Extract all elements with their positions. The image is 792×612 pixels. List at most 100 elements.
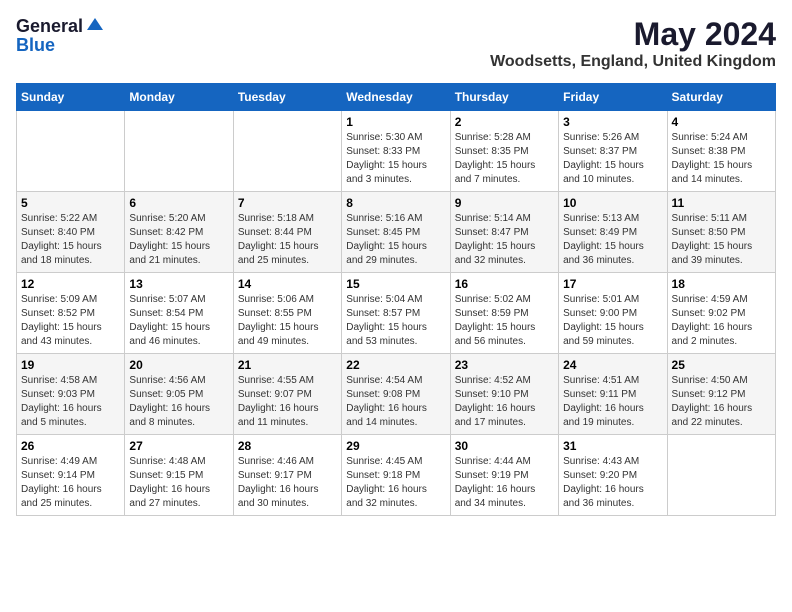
calendar-cell: 5 Sunrise: 5:22 AMSunset: 8:40 PMDaylight…	[17, 192, 125, 273]
day-number: 14	[238, 277, 337, 291]
logo-icon	[85, 16, 105, 36]
calendar-cell: 29 Sunrise: 4:45 AMSunset: 9:18 PMDayligh…	[342, 435, 450, 516]
day-number: 11	[672, 196, 771, 210]
calendar-cell: 25 Sunrise: 4:50 AMSunset: 9:12 PMDayligh…	[667, 354, 775, 435]
calendar-cell: 10 Sunrise: 5:13 AMSunset: 8:49 PMDayligh…	[559, 192, 667, 273]
calendar-cell: 26 Sunrise: 4:49 AMSunset: 9:14 PMDayligh…	[17, 435, 125, 516]
day-info: Sunrise: 5:20 AMSunset: 8:42 PMDaylight:…	[129, 212, 228, 268]
day-number: 30	[455, 439, 554, 453]
day-info: Sunrise: 5:26 AMSunset: 8:37 PMDaylight:…	[563, 131, 662, 187]
day-number: 10	[563, 196, 662, 210]
calendar-cell	[17, 111, 125, 192]
day-number: 27	[129, 439, 228, 453]
day-info: Sunrise: 5:14 AMSunset: 8:47 PMDaylight:…	[455, 212, 554, 268]
day-number: 26	[21, 439, 120, 453]
calendar-week-row: 1 Sunrise: 5:30 AMSunset: 8:33 PMDaylight…	[17, 111, 776, 192]
location-subtitle: Woodsetts, England, United Kingdom	[490, 53, 776, 71]
header-day-tuesday: Tuesday	[233, 84, 341, 111]
logo-blue-text: Blue	[16, 36, 55, 54]
day-info: Sunrise: 4:58 AMSunset: 9:03 PMDaylight:…	[21, 374, 120, 430]
logo-general-text: General	[16, 17, 83, 35]
day-number: 4	[672, 115, 771, 129]
day-number: 25	[672, 358, 771, 372]
day-info: Sunrise: 4:44 AMSunset: 9:19 PMDaylight:…	[455, 455, 554, 511]
day-info: Sunrise: 4:46 AMSunset: 9:17 PMDaylight:…	[238, 455, 337, 511]
calendar-cell: 4Sunrise: 5:24 AMSunset: 8:38 PMDaylight…	[667, 111, 775, 192]
day-info: Sunrise: 5:13 AMSunset: 8:49 PMDaylight:…	[563, 212, 662, 268]
day-info: Sunrise: 4:43 AMSunset: 9:20 PMDaylight:…	[563, 455, 662, 511]
day-number: 7	[238, 196, 337, 210]
header-day-friday: Friday	[559, 84, 667, 111]
day-number: 21	[238, 358, 337, 372]
calendar-cell: 6Sunrise: 5:20 AMSunset: 8:42 PMDaylight…	[125, 192, 233, 273]
calendar-cell: 30 Sunrise: 4:44 AMSunset: 9:19 PMDayligh…	[450, 435, 558, 516]
day-info: Sunrise: 4:55 AMSunset: 9:07 PMDaylight:…	[238, 374, 337, 430]
calendar-cell: 22Sunrise: 4:54 AMSunset: 9:08 PMDayligh…	[342, 354, 450, 435]
calendar-cell	[667, 435, 775, 516]
day-info: Sunrise: 5:02 AMSunset: 8:59 PMDaylight:…	[455, 293, 554, 349]
calendar-cell	[125, 111, 233, 192]
day-number: 28	[238, 439, 337, 453]
day-number: 29	[346, 439, 445, 453]
day-number: 3	[563, 115, 662, 129]
calendar-cell: 19Sunrise: 4:58 AMSunset: 9:03 PMDayligh…	[17, 354, 125, 435]
day-info: Sunrise: 4:59 AMSunset: 9:02 PMDaylight:…	[672, 293, 771, 349]
calendar-cell: 27 Sunrise: 4:48 AMSunset: 9:15 PMDayligh…	[125, 435, 233, 516]
day-info: Sunrise: 4:48 AMSunset: 9:15 PMDaylight:…	[129, 455, 228, 511]
day-number: 1	[346, 115, 445, 129]
day-number: 24	[563, 358, 662, 372]
day-info: Sunrise: 4:50 AMSunset: 9:12 PMDaylight:…	[672, 374, 771, 430]
calendar-cell: 2Sunrise: 5:28 AMSunset: 8:35 PMDaylight…	[450, 111, 558, 192]
day-number: 18	[672, 277, 771, 291]
calendar-week-row: 26 Sunrise: 4:49 AMSunset: 9:14 PMDayligh…	[17, 435, 776, 516]
calendar-cell: 24Sunrise: 4:51 AMSunset: 9:11 PMDayligh…	[559, 354, 667, 435]
day-info: Sunrise: 4:56 AMSunset: 9:05 PMDaylight:…	[129, 374, 228, 430]
calendar-cell: 8 Sunrise: 5:16 AMSunset: 8:45 PMDaylight…	[342, 192, 450, 273]
title-section: May 2024 Woodsetts, England, United King…	[490, 16, 776, 71]
calendar-cell: 11 Sunrise: 5:11 AMSunset: 8:50 PMDayligh…	[667, 192, 775, 273]
day-info: Sunrise: 4:54 AMSunset: 9:08 PMDaylight:…	[346, 374, 445, 430]
calendar-cell: 16 Sunrise: 5:02 AMSunset: 8:59 PMDayligh…	[450, 273, 558, 354]
day-info: Sunrise: 5:22 AMSunset: 8:40 PMDaylight:…	[21, 212, 120, 268]
calendar-cell: 1 Sunrise: 5:30 AMSunset: 8:33 PMDaylight…	[342, 111, 450, 192]
logo: General Blue	[16, 16, 105, 54]
calendar-cell: 13 Sunrise: 5:07 AMSunset: 8:54 PMDayligh…	[125, 273, 233, 354]
calendar-cell: 18 Sunrise: 4:59 AMSunset: 9:02 PMDayligh…	[667, 273, 775, 354]
day-number: 13	[129, 277, 228, 291]
day-number: 16	[455, 277, 554, 291]
month-year-title: May 2024	[490, 16, 776, 53]
day-info: Sunrise: 5:30 AMSunset: 8:33 PMDaylight:…	[346, 131, 445, 187]
header-day-wednesday: Wednesday	[342, 84, 450, 111]
calendar-week-row: 19Sunrise: 4:58 AMSunset: 9:03 PMDayligh…	[17, 354, 776, 435]
header-day-saturday: Saturday	[667, 84, 775, 111]
day-info: Sunrise: 5:16 AMSunset: 8:45 PMDaylight:…	[346, 212, 445, 268]
day-info: Sunrise: 5:11 AMSunset: 8:50 PMDaylight:…	[672, 212, 771, 268]
calendar-cell: 21 Sunrise: 4:55 AMSunset: 9:07 PMDayligh…	[233, 354, 341, 435]
day-number: 2	[455, 115, 554, 129]
page-header: General Blue May 2024 Woodsetts, England…	[16, 16, 776, 71]
day-info: Sunrise: 5:04 AMSunset: 8:57 PMDaylight:…	[346, 293, 445, 349]
header-day-sunday: Sunday	[17, 84, 125, 111]
calendar-cell: 14Sunrise: 5:06 AMSunset: 8:55 PMDayligh…	[233, 273, 341, 354]
day-number: 5	[21, 196, 120, 210]
day-info: Sunrise: 4:45 AMSunset: 9:18 PMDaylight:…	[346, 455, 445, 511]
calendar-table: SundayMondayTuesdayWednesdayThursdayFrid…	[16, 83, 776, 516]
day-number: 12	[21, 277, 120, 291]
day-info: Sunrise: 5:01 AMSunset: 9:00 PMDaylight:…	[563, 293, 662, 349]
day-info: Sunrise: 4:49 AMSunset: 9:14 PMDaylight:…	[21, 455, 120, 511]
day-info: Sunrise: 5:18 AMSunset: 8:44 PMDaylight:…	[238, 212, 337, 268]
header-day-monday: Monday	[125, 84, 233, 111]
calendar-cell: 15Sunrise: 5:04 AMSunset: 8:57 PMDayligh…	[342, 273, 450, 354]
header-day-thursday: Thursday	[450, 84, 558, 111]
calendar-cell: 12Sunrise: 5:09 AMSunset: 8:52 PMDayligh…	[17, 273, 125, 354]
calendar-cell: 9Sunrise: 5:14 AMSunset: 8:47 PMDaylight…	[450, 192, 558, 273]
calendar-header-row: SundayMondayTuesdayWednesdayThursdayFrid…	[17, 84, 776, 111]
day-info: Sunrise: 5:07 AMSunset: 8:54 PMDaylight:…	[129, 293, 228, 349]
calendar-cell: 28 Sunrise: 4:46 AMSunset: 9:17 PMDayligh…	[233, 435, 341, 516]
day-number: 31	[563, 439, 662, 453]
calendar-cell: 23Sunrise: 4:52 AMSunset: 9:10 PMDayligh…	[450, 354, 558, 435]
day-number: 23	[455, 358, 554, 372]
day-number: 8	[346, 196, 445, 210]
day-number: 17	[563, 277, 662, 291]
calendar-cell: 17 Sunrise: 5:01 AMSunset: 9:00 PMDayligh…	[559, 273, 667, 354]
